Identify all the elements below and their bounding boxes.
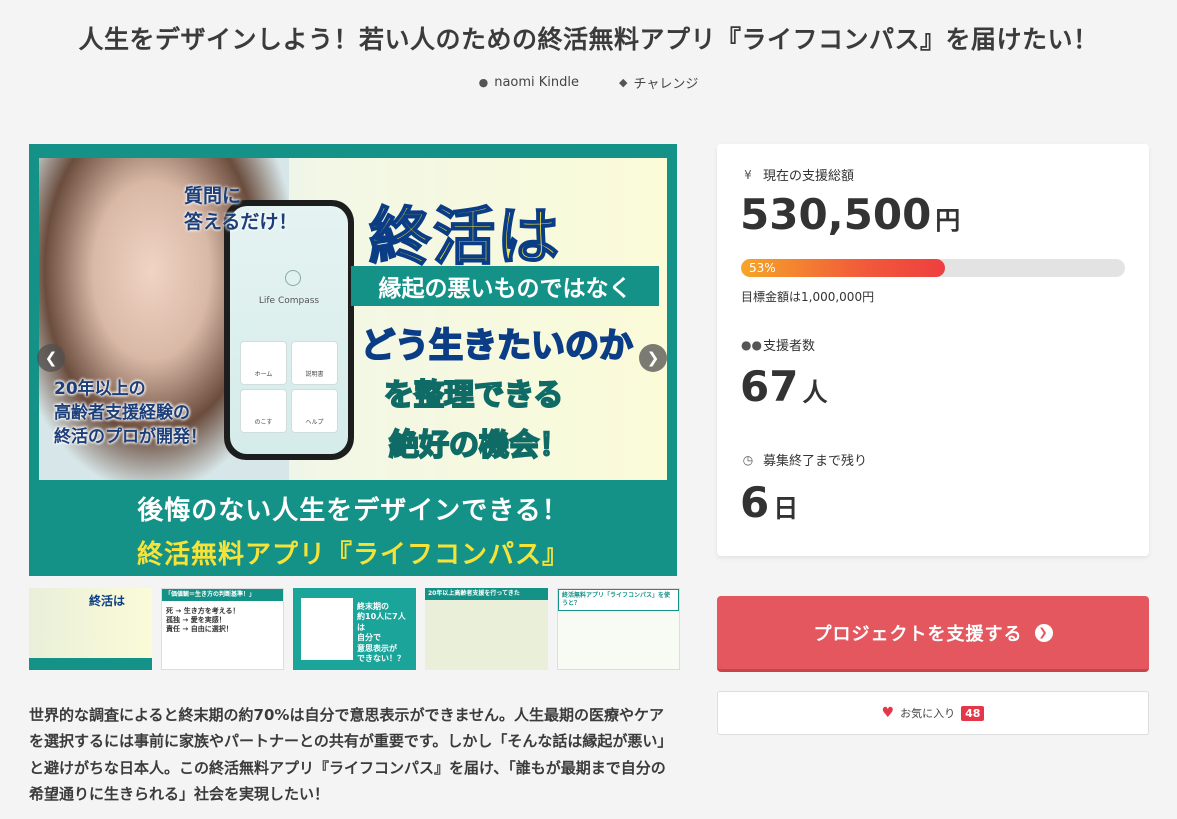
- project-title: 人生をデザインしよう！若い人のための終活無料アプリ『ライフコンパス』を届けたい！: [78, 25, 1099, 54]
- thumbnail-text: 死 → 生き方を考える！ 孤独 → 愛を実感！ 責任 → 自由に選択！: [166, 607, 240, 634]
- project-meta: ● naomi Kindle ◆ チャレンジ: [0, 73, 1177, 92]
- yen-icon: ¥: [744, 167, 752, 182]
- favorite-count-badge: 48: [961, 705, 985, 721]
- thumbnail-heading: 終活無料アプリ「ライフコンパス」を使うと？: [558, 589, 679, 611]
- goal-text: 目標金額は1,000,000円: [741, 290, 875, 304]
- book-cover: [301, 598, 353, 660]
- support-button-label: プロジェクトを支援する: [813, 623, 1023, 645]
- total-value: 530,500: [740, 190, 932, 239]
- progress-fill: 53%: [741, 259, 945, 277]
- hero-headline-4: 絶好の機会！: [388, 427, 570, 464]
- total-unit: 円: [935, 206, 961, 235]
- backers-label-row: ●● 支援者数: [741, 335, 816, 355]
- phone-button: ホーム: [240, 341, 287, 385]
- favorite-button[interactable]: ♥ お気に入り 48: [717, 691, 1149, 735]
- thumbnail[interactable]: 終活無料アプリ「ライフコンパス」を使うと？: [557, 588, 680, 670]
- hero-image: Life Compass ホーム 説明書 のこす ヘルプ 質問に 答えるだけ！ …: [39, 158, 667, 480]
- category-name: チャレンジ: [633, 77, 699, 92]
- carousel-prev-button[interactable]: ❮: [37, 344, 65, 372]
- thumbnail[interactable]: 終活は 終活無料アプリ『ライフコンパス』: [29, 588, 152, 670]
- carousel-next-button[interactable]: ❯: [639, 344, 667, 372]
- hero-bubble-text: 質問に 答えるだけ！: [184, 185, 298, 233]
- hero-banner-2: 終活無料アプリ『ライフコンパス』: [136, 540, 569, 570]
- thumbnail-text: 終活は: [89, 594, 126, 608]
- progress-bar: 53%: [741, 259, 1125, 277]
- clock-icon: ◷: [742, 452, 754, 467]
- favorite-label: お気に入り: [900, 707, 956, 720]
- thumbnail-strip: 終活は 終活無料アプリ『ライフコンパス』 「価値観＝生き方の判断基準！」 死 →…: [29, 588, 680, 670]
- remaining-unit: 日: [773, 494, 799, 523]
- project-description: 世界的な調査によると終末期の約70%は自分で意思表示ができません。人生最期の医療…: [29, 706, 673, 803]
- support-project-button[interactable]: プロジェクトを支援する ❯: [717, 596, 1149, 672]
- author-link[interactable]: ● naomi Kindle: [479, 73, 579, 92]
- thumbnail[interactable]: 20年以上高齢者支援を行ってきた: [425, 588, 548, 670]
- backers-unit: 人: [802, 378, 828, 407]
- phone-mockup: Life Compass ホーム 説明書 のこす ヘルプ: [224, 200, 354, 460]
- main-image-carousel[interactable]: Life Compass ホーム 説明書 のこす ヘルプ 質問に 答えるだけ！ …: [29, 144, 677, 576]
- backers-count: 67 人: [740, 362, 827, 411]
- total-label: 現在の支援総額: [763, 169, 855, 184]
- phone-button: ヘルプ: [291, 389, 338, 433]
- remaining-label-row: ◷ 募集終了まで残り: [741, 450, 868, 470]
- phone-button: のこす: [240, 389, 287, 433]
- thumbnail-caption: 終活無料アプリ『ライフコンパス』: [42, 661, 139, 669]
- hero-headline-bar: 縁起の悪いものではなく: [351, 266, 659, 306]
- user-icon: ●: [478, 76, 489, 89]
- thumbnail-heading: 「価値観＝生き方の判断基準！」: [162, 589, 283, 601]
- backers-label: 支援者数: [763, 339, 816, 354]
- hero-headline-big: 終活は: [368, 199, 562, 274]
- total-amount: 530,500 円: [740, 190, 960, 239]
- author-name: naomi Kindle: [494, 75, 580, 90]
- heart-icon: ♥: [881, 705, 895, 721]
- people-icon: ●●: [741, 337, 762, 352]
- hero-headline-2: どう生きたいのか: [360, 325, 634, 367]
- chevron-right-icon: ❯: [646, 349, 660, 367]
- phone-app-name: Life Compass: [258, 296, 320, 306]
- thumbnail-heading: 20年以上高齢者支援を行ってきた: [425, 588, 548, 600]
- remaining-value: 6: [740, 478, 770, 527]
- backers-value: 67: [740, 362, 799, 411]
- total-label-row: ¥ 現在の支援総額: [741, 165, 855, 185]
- phone-button: 説明書: [291, 341, 338, 385]
- category-link[interactable]: ◆ チャレンジ: [619, 73, 698, 92]
- hero-banner-1: 後悔のない人生をデザインできる！: [137, 496, 569, 526]
- hero-headline-3: を整理できる: [383, 377, 564, 414]
- chevron-left-icon: ❮: [44, 349, 58, 367]
- thumbnail[interactable]: 終末期の 約10人に7人は 自分で 意思表示が できない！？: [293, 588, 416, 670]
- remaining-label: 募集終了まで残り: [763, 454, 868, 469]
- chevron-right-icon: ❯: [1034, 623, 1053, 642]
- thumbnail-text: 終末期の 約10人に7人は 自分で 意思表示が できない！？: [357, 602, 406, 663]
- remaining-days: 6日: [740, 478, 798, 527]
- hero-left-text: 20年以上の 高齢者支援経験の 終活のプロが開発！: [54, 379, 207, 447]
- tag-icon: ◆: [619, 76, 628, 89]
- compass-icon: [285, 270, 301, 286]
- thumbnail[interactable]: 「価値観＝生き方の判断基準！」 死 → 生き方を考える！ 孤独 → 愛を実感！ …: [161, 588, 284, 670]
- funding-stats-card: ¥ 現在の支援総額 530,500 円 53% 目標金額は1,000,000円 ●…: [717, 144, 1149, 556]
